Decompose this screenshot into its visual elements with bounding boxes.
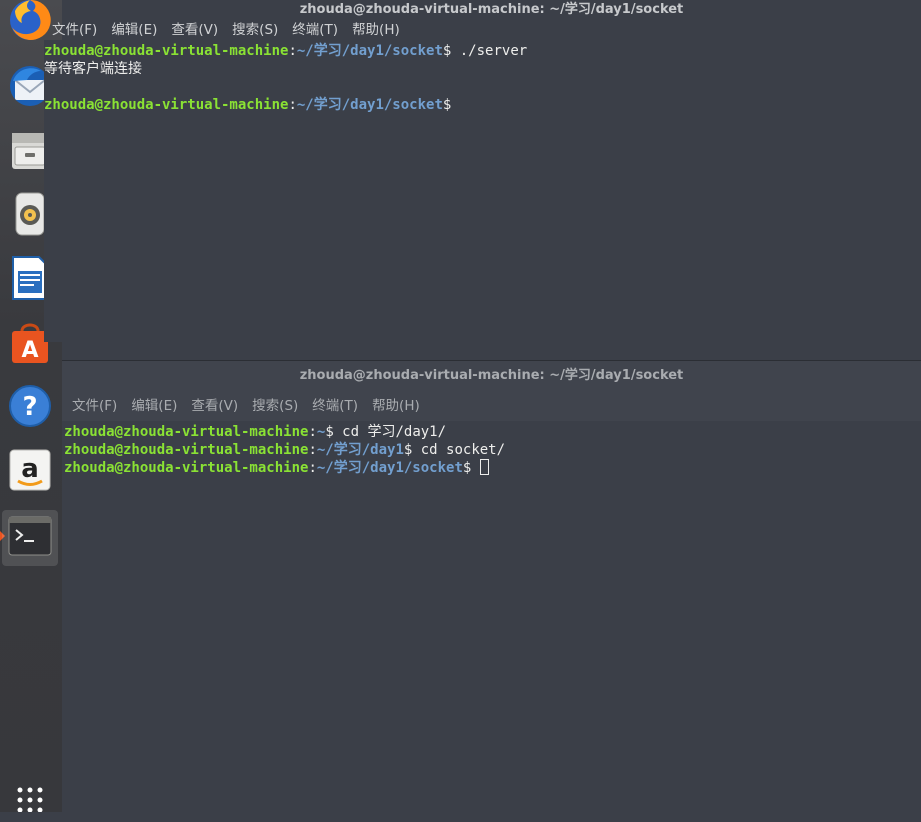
dock-item-help[interactable]: ? [4,382,56,434]
amazon-icon: a [8,448,52,496]
svg-text:?: ? [22,392,37,422]
terminal-line: 等待客户端连接 [44,61,142,77]
terminal-window-top[interactable]: zhouda@zhouda-virtual-machine: ~/学习/day1… [44,0,921,360]
dock-show-apps[interactable] [4,770,56,822]
terminal-icon [8,516,52,560]
terminal-output[interactable]: zhouda@zhouda-virtual-machine:~$ cd 学习/d… [62,421,921,477]
show-applications-icon [12,776,48,816]
terminal-cursor [479,459,489,475]
menu-bar: 文件(F) 编辑(E) 查看(V) 搜索(S) 终端(T) 帮助(H) [52,20,921,40]
terminal-output[interactable]: zhouda@zhouda-virtual-machine:~/学习/day1/… [44,40,921,342]
terminal-window-bottom[interactable]: zhouda@zhouda-virtual-machine: ~/学习/day1… [62,361,921,812]
dock-item-amazon[interactable]: a [4,446,56,498]
svg-text:a: a [21,454,39,484]
terminal-line: zhouda@zhouda-virtual-machine:~/学习/day1/… [44,43,528,59]
menu-view[interactable]: 查看(V) [171,20,218,40]
terminal-line: zhouda@zhouda-virtual-machine:~$ cd 学习/d… [64,424,447,440]
menu-help[interactable]: 帮助(H) [352,20,400,40]
svg-text:A: A [21,338,38,363]
menu-terminal[interactable]: 终端(T) [312,391,358,421]
menu-search[interactable]: 搜索(S) [232,20,278,40]
menu-file[interactable]: 文件(F) [72,391,117,421]
terminal-line: zhouda@zhouda-virtual-machine:~/学习/day1/… [44,97,452,113]
terminal-line: zhouda@zhouda-virtual-machine:~/学习/day1/… [64,459,921,477]
menu-file[interactable]: 文件(F) [52,20,97,40]
dock-item-terminal[interactable] [2,510,58,566]
menu-view[interactable]: 查看(V) [191,391,238,421]
menu-help[interactable]: 帮助(H) [372,391,420,421]
terminal-line: zhouda@zhouda-virtual-machine:~/学习/day1$… [64,442,506,458]
help-icon: ? [8,384,52,432]
menu-search[interactable]: 搜索(S) [252,391,298,421]
menu-edit[interactable]: 编辑(E) [111,20,157,40]
menu-bar: 文件(F) 编辑(E) 查看(V) 搜索(S) 终端(T) 帮助(H) [62,391,921,421]
window-title: zhouda@zhouda-virtual-machine: ~/学习/day1… [62,361,921,391]
menu-edit[interactable]: 编辑(E) [131,391,177,421]
menu-terminal[interactable]: 终端(T) [292,20,338,40]
window-title: zhouda@zhouda-virtual-machine: ~/学习/day1… [62,0,921,20]
